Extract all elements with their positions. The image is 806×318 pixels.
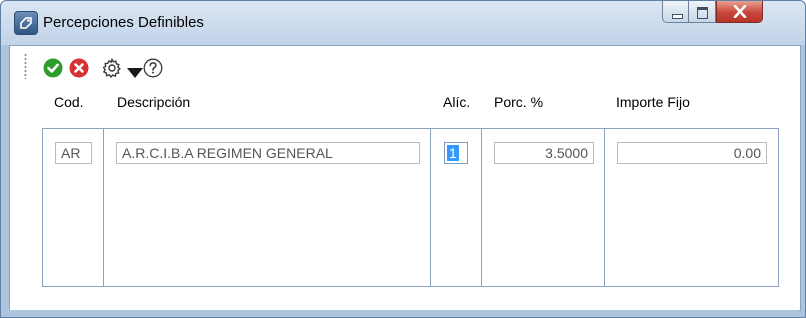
minimize-icon (672, 14, 683, 19)
toolbar (10, 46, 800, 86)
cod-field[interactable]: AR (55, 142, 92, 164)
help-icon (143, 58, 163, 78)
help-button[interactable] (143, 58, 163, 78)
alic-field[interactable]: 1 (444, 142, 468, 164)
descripcion-field[interactable]: A.R.C.I.B.A REGIMEN GENERAL (116, 142, 420, 164)
column-header-porc: Porc. % (494, 94, 544, 110)
column-header-alic: Alíc. (443, 94, 471, 110)
column-divider (481, 129, 482, 286)
porc-field[interactable]: 3.5000 (494, 142, 594, 164)
percepciones-icon (14, 11, 38, 35)
percepciones-window: Percepciones Definibles Cod. Descripción… (0, 0, 806, 318)
close-icon (733, 5, 747, 18)
title-bar[interactable]: Percepciones Definibles (1, 1, 805, 45)
settings-button[interactable] (102, 58, 122, 78)
percepciones-grid: AR A.R.C.I.B.A REGIMEN GENERAL 1 3.5000 … (42, 128, 779, 287)
window-title: Percepciones Definibles (43, 14, 204, 31)
column-header-cod: Cod. (54, 94, 84, 110)
alic-selected-text: 1 (447, 145, 459, 161)
column-divider (604, 129, 605, 286)
check-circle-icon (43, 58, 63, 78)
window-bottom-border (9, 310, 799, 317)
gear-icon (102, 58, 122, 78)
column-divider (103, 129, 104, 286)
client-area: Cod. Descripción Alíc. Porc. % Importe F… (9, 45, 801, 311)
accept-button[interactable] (43, 58, 63, 78)
column-header-importe: Importe Fijo (616, 94, 690, 110)
close-button[interactable] (716, 1, 763, 23)
column-divider (430, 129, 431, 286)
minimize-button[interactable] (662, 1, 689, 23)
caret-down-icon[interactable] (125, 64, 145, 84)
importe-fijo-field[interactable]: 0.00 (617, 142, 767, 164)
maximize-icon (697, 7, 708, 19)
maximize-button[interactable] (689, 1, 716, 23)
cancel-button[interactable] (69, 58, 89, 78)
column-header-descripcion: Descripción (117, 94, 191, 110)
toolbar-grip-icon[interactable] (24, 53, 27, 79)
